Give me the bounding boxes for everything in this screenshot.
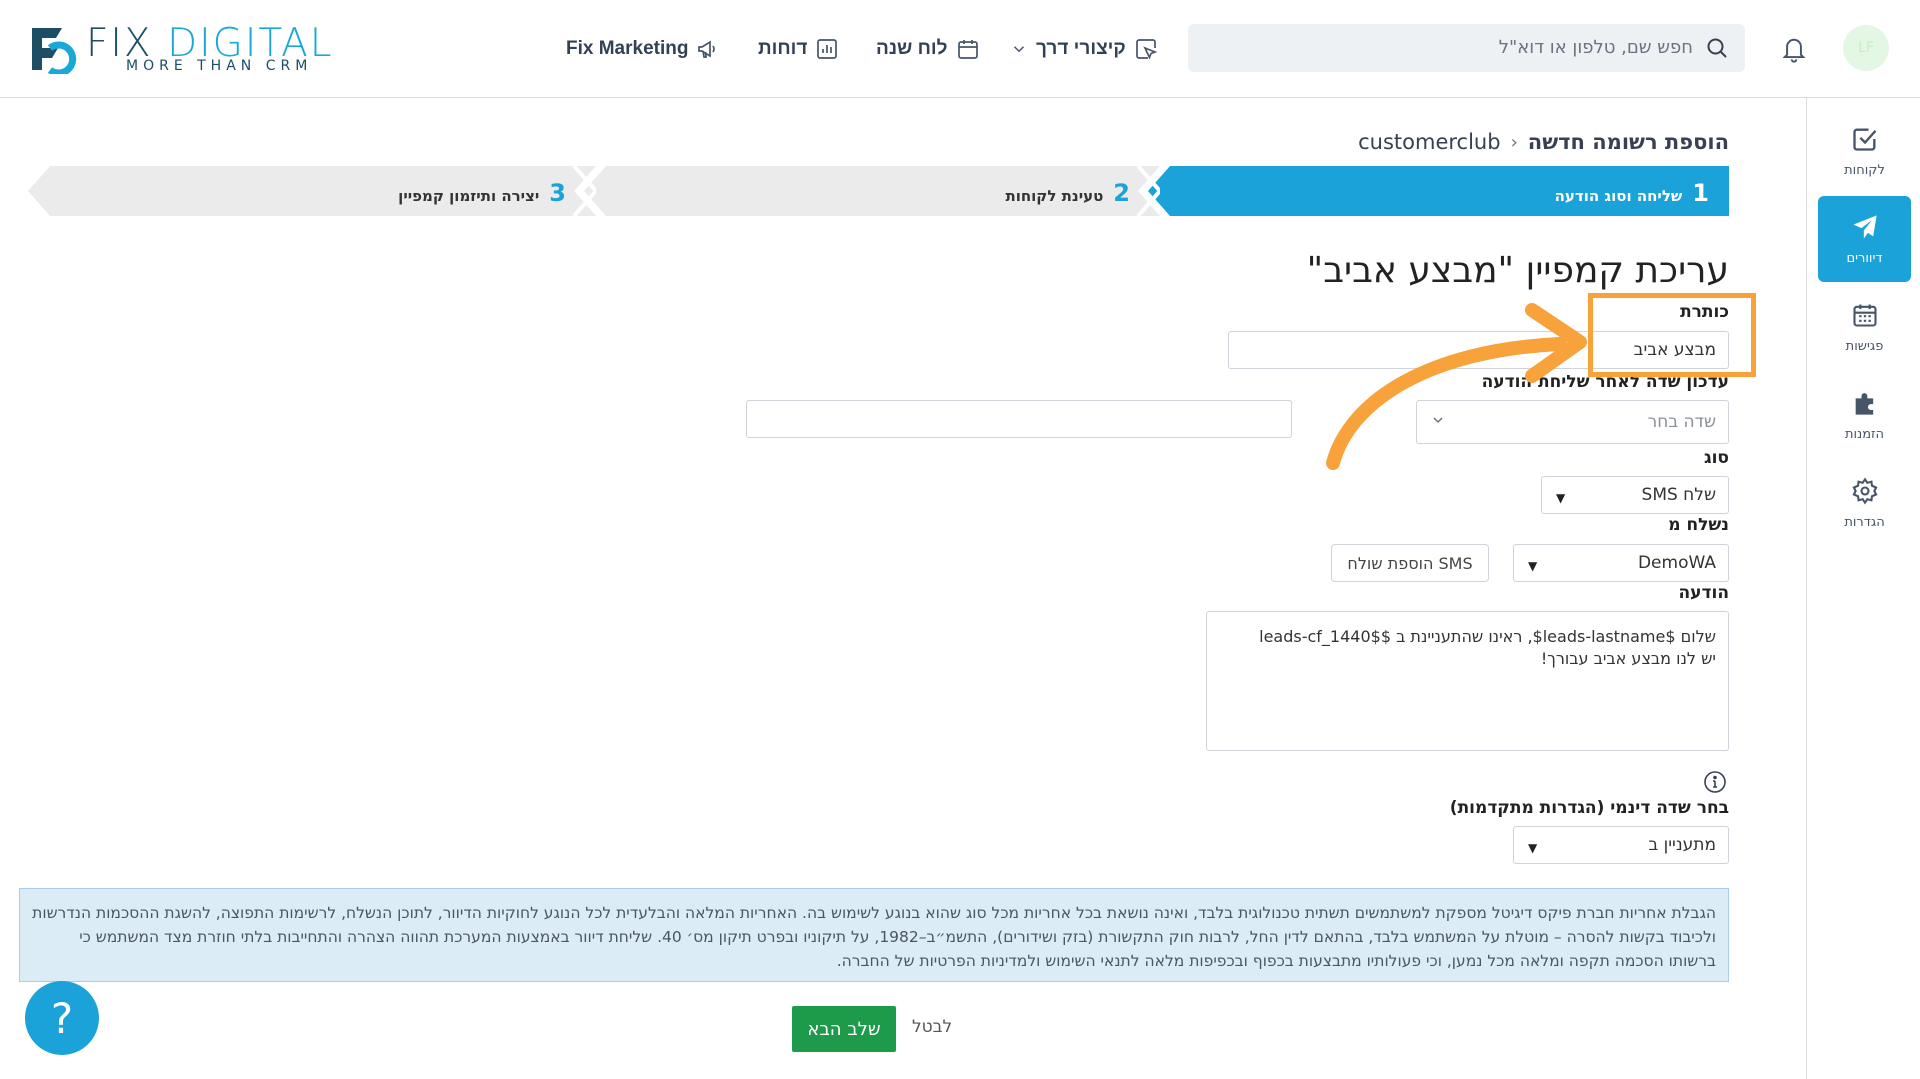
info-icon[interactable] — [1703, 770, 1727, 794]
breadcrumb: הוספת רשומה חדשה ‹ customerclub — [1358, 130, 1729, 154]
sidebar-item-label: הגדרות — [1844, 514, 1885, 530]
type-value: שלח SMS — [1641, 485, 1716, 505]
sidebar-item-customers[interactable]: לקוחות — [1818, 108, 1911, 194]
nav-label: לוח שנה — [876, 38, 948, 59]
search-input[interactable]: חפש שם, טלפון או דוא"ל — [1188, 24, 1745, 72]
message-line: יש לנו מבצע אביב עבורך! — [1540, 649, 1716, 668]
dynamic-field-label: בחר שדה דינמי (הגדרות מתקדמות) — [1449, 798, 1729, 818]
dynamic-field-select[interactable]: מתעניין ב ▼ — [1513, 826, 1729, 864]
sender-select[interactable]: DemoWA ▼ — [1513, 544, 1729, 582]
annotation-arrow-icon — [1326, 303, 1587, 470]
cursor-click-icon — [1135, 39, 1158, 60]
message-label: הודעה — [1678, 583, 1729, 603]
sidebar-item-label: פגישות — [1845, 338, 1884, 354]
calendar-icon — [1852, 304, 1877, 327]
liability-notice: הגבלת אחריות חברת פיקס דיגיטל מספקת למשת… — [19, 888, 1729, 982]
right-sidebar: לקוחות דיוורים פגישות הזמנות הגדרות — [1806, 98, 1920, 1079]
nav-label: דוחות — [758, 38, 808, 59]
wizard-step-label: 3 יצירה ותיזמון קמפיין — [398, 179, 566, 207]
bar-chart-icon — [817, 39, 838, 59]
update-field-value-input[interactable] — [746, 400, 1292, 438]
dynamic-field-value: מתעניין ב — [1648, 835, 1716, 855]
caret-down-icon: ▼ — [1528, 841, 1538, 855]
sidebar-item-label: הזמנות — [1844, 426, 1885, 442]
next-step-button[interactable]: שלב הבא — [792, 1006, 896, 1052]
sidebar-item-orders[interactable]: הזמנות — [1818, 372, 1911, 458]
wizard-steps: 1 שליחה וסוג הודעה 2 טעינת לקוחות 3 יציר… — [28, 166, 1729, 216]
wizard-step-label: 1 שליחה וסוג הודעה — [1554, 179, 1709, 207]
search-icon — [1707, 38, 1727, 58]
logo-tagline: MORE THAN CRM — [126, 58, 313, 74]
sidebar-item-meetings[interactable]: פגישות — [1818, 284, 1911, 370]
bell-icon[interactable] — [1780, 34, 1808, 64]
nav-label: קיצורי דרך — [1036, 38, 1126, 59]
chevron-down-icon — [1013, 46, 1025, 53]
annotation-highlight-box — [1588, 293, 1756, 377]
nav-reports[interactable]: דוחות — [758, 34, 839, 64]
wizard-step-1[interactable]: 1 שליחה וסוג הודעה — [1148, 166, 1729, 216]
help-button[interactable]: ? — [25, 981, 99, 1055]
nav-shortcuts[interactable]: קיצורי דרך — [1010, 34, 1158, 64]
wizard-step-2[interactable]: 2 טעינת לקוחות — [584, 166, 1160, 216]
nav-label: Fix Marketing — [566, 38, 689, 59]
message-line: שלום $leads-lastname$, ראינו שהתעניינת ב… — [1259, 627, 1716, 646]
add-sms-sender-button[interactable]: הוספת שולח SMS — [1331, 544, 1489, 582]
notice-text: הגבלת אחריות חברת פיקס דיגיטל מספקת למשת… — [32, 904, 1716, 970]
wizard-step-label: 2 טעינת לקוחות — [1005, 179, 1130, 207]
sidebar-item-mailings[interactable]: דיוורים — [1818, 196, 1911, 282]
sender-label: נשלח מ — [1668, 515, 1729, 535]
logo-mark-icon — [32, 28, 77, 74]
top-header: FIX DIGITAL MORE THAN CRM Fix Marketing … — [0, 0, 1920, 98]
sender-value: DemoWA — [1637, 553, 1716, 573]
message-textarea[interactable]: שלום $leads-lastname$, ראינו שהתעניינת ב… — [1206, 611, 1729, 751]
update-field-placeholder: שדה בחר — [1647, 412, 1716, 432]
paper-plane-icon — [1852, 214, 1877, 239]
nav-fix-marketing[interactable]: Fix Marketing — [566, 34, 720, 64]
caret-down-icon: ▼ — [1528, 559, 1538, 573]
puzzle-icon — [1855, 392, 1873, 415]
megaphone-icon — [698, 40, 716, 58]
sidebar-item-settings[interactable]: הגדרות — [1818, 460, 1911, 546]
breadcrumb-root[interactable]: customerclub — [1358, 130, 1500, 154]
cancel-link[interactable]: לבטל — [912, 1017, 952, 1037]
caret-down-icon: ▼ — [1556, 491, 1566, 505]
type-select[interactable]: שלח SMS ▼ — [1541, 476, 1729, 514]
chevron-left-icon: ‹ — [1510, 131, 1518, 153]
nav-calendar[interactable]: לוח שנה — [876, 34, 980, 64]
avatar[interactable]: LF — [1843, 25, 1889, 71]
sidebar-item-label: לקוחות — [1844, 162, 1885, 178]
logo[interactable]: FIX DIGITAL MORE THAN CRM — [28, 22, 348, 78]
calendar-icon — [957, 40, 978, 59]
search-placeholder: חפש שם, טלפון או דוא"ל — [1498, 37, 1693, 58]
breadcrumb-current: הוספת רשומה חדשה — [1527, 130, 1729, 154]
gear-icon — [1851, 476, 1878, 505]
checkbox-icon — [1852, 128, 1876, 151]
type-label: סוג — [1704, 448, 1729, 468]
wizard-step-3[interactable]: 3 יצירה ותיזמון קמפיין — [28, 166, 596, 216]
sidebar-item-label: דיוורים — [1846, 250, 1883, 266]
